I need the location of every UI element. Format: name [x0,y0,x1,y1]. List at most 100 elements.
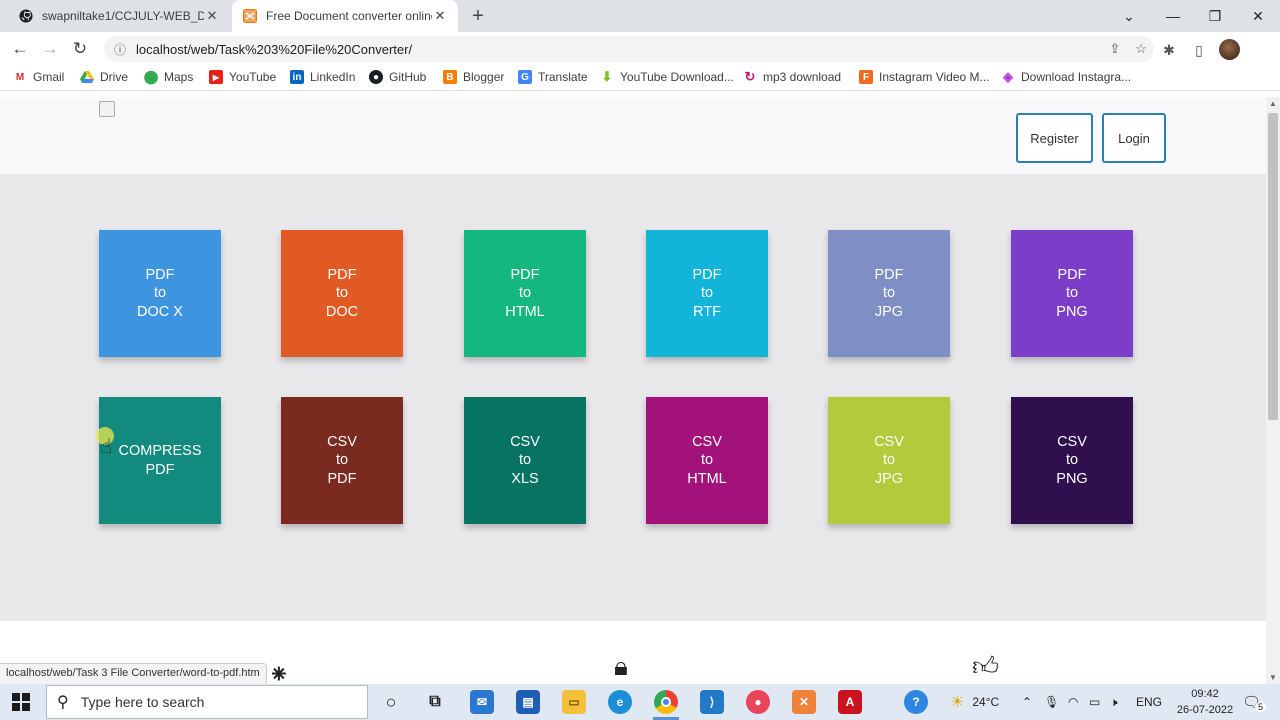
bookmark-linkedin[interactable]: in LinkedIn [290,70,355,84]
show-hidden-icons[interactable]: ⌃ [1022,684,1032,720]
drive-icon [80,70,94,84]
login-button[interactable]: Login [1102,113,1166,163]
tile-label: COMPRESS PDF [118,443,202,478]
converter-tile[interactable]: PDF to HTML [464,230,586,357]
close-tab-icon[interactable]: ✕ [432,8,448,24]
side-panel-icon[interactable]: ▯ [1189,40,1209,60]
lock-icon: 🔒︎ [614,651,628,681]
help-icon[interactable]: ? [904,690,928,714]
site-info-icon[interactable]: ⓘ [114,41,126,58]
bookmark-mp3-download[interactable]: ↻ mp3 download [743,69,842,84]
hand-cursor-icon: ☝︎ [100,436,113,458]
task-view-icon[interactable]: ⧉ [423,690,447,714]
github-icon: ● [369,70,383,84]
store-icon[interactable]: ▤ [516,690,540,714]
converter-tile[interactable]: CSV to XLS [464,397,586,524]
converter-tile[interactable]: CSV to PNG [1011,397,1133,524]
mail-icon[interactable]: ✉ [470,690,494,714]
forward-icon[interactable]: → [39,38,61,60]
translate-icon: G [518,70,532,84]
bookmark-youtube-download[interactable]: ⬇ YouTube Download... [600,69,734,84]
bookmark-translate[interactable]: G Translate [518,70,588,84]
converter-tile[interactable]: PDF to DOC [281,230,403,357]
screen-recorder-icon[interactable]: ● [746,690,770,714]
tab-search-icon[interactable]: ⌄ [1107,0,1151,32]
bookmark-github[interactable]: ● GitHub [369,70,426,84]
acrobat-icon[interactable]: A [838,690,862,714]
link-status-bar: localhost/web/Task 3 File Converter/word… [0,663,267,684]
edge-icon[interactable]: e [608,690,632,714]
converter-tile[interactable]: CSV to HTML [646,397,768,524]
reload-icon[interactable]: ↻ [69,38,91,60]
tile-label: PDF to PNG [1056,266,1088,320]
tile-label: CSV to HTML [687,433,727,487]
site-header: Register Login [0,97,1266,174]
bookmark-instagram-video[interactable]: F Instagram Video M... [859,70,990,84]
back-icon[interactable]: ← [9,38,31,60]
battery-icon[interactable]: ▭ [1089,684,1100,720]
share-icon[interactable]: ⇪ [1102,41,1128,57]
wifi-icon[interactable]: ◠ [1068,684,1078,720]
weather-widget[interactable]: ☀ 24°C [950,684,999,720]
notification-count: 5 [1255,702,1267,712]
register-button[interactable]: Register [1016,113,1093,163]
taskbar-clock[interactable]: 09:42 26-07-2022 [1176,686,1234,718]
close-tab-icon[interactable]: ✕ [204,8,220,24]
weather-sun-icon: ☀ [950,694,965,711]
maps-icon: ⬤ [143,69,159,84]
xampp-icon[interactable]: ✕ [792,690,816,714]
volume-icon[interactable]: 🕨 [1110,684,1118,720]
scroll-up-icon[interactable]: ▲ [1269,99,1277,108]
minimize-icon[interactable]: — [1151,0,1195,32]
scroll-down-icon[interactable]: ▼ [1269,673,1277,682]
tile-label: CSV to PDF [327,433,357,487]
youtube-icon: ▶ [209,70,223,84]
weather-temp: 24°C [972,695,1000,709]
broken-logo-image [99,101,115,117]
tab-converter[interactable]: Free Document converter online ✕ [232,0,458,32]
restore-icon[interactable]: ❐ [1193,0,1237,32]
new-tab-icon[interactable]: + [468,5,488,28]
cortana-icon[interactable]: ○ [379,690,403,714]
thumbs-up-icon: 👍︎ [972,651,1000,681]
linkedin-icon: in [290,70,304,84]
extensions-icon[interactable]: ✱ [1159,40,1179,60]
converter-tile[interactable]: PDF to PNG [1011,230,1133,357]
vscode-icon[interactable]: ⟩ [700,690,724,714]
mp3-icon: ↻ [744,69,756,84]
microphone-icon[interactable]: 🎙︎ [1044,684,1059,720]
windows-start-icon[interactable] [12,693,30,711]
bookmark-maps[interactable]: ⬤ Maps [143,69,194,84]
scrollbar[interactable]: ▲ ▼ [1266,97,1280,685]
converter-tile[interactable]: CSV to PDF [281,397,403,524]
converter-tile[interactable]: PDF to DOC X [99,230,221,357]
scrollbar-thumb[interactable] [1268,113,1278,420]
file-explorer-icon[interactable]: ▭ [562,690,586,714]
toolbar: ← → ↻ ⓘ localhost/web/Task%203%20File%20… [0,32,1280,66]
tile-label: PDF to HTML [505,266,545,320]
search-placeholder: Type here to search [80,694,205,710]
bookmark-download-instagram[interactable]: ◈ Download Instagra... [1001,69,1131,84]
chrome-icon[interactable] [654,690,678,714]
taskbar-search-box[interactable]: ⚲ Type here to search [46,685,368,719]
instagram-video-icon: F [859,70,873,84]
tab-github[interactable]: swapniltake1/CCJULY-WEB_DEVE ✕ [8,0,230,32]
bookmark-youtube[interactable]: ▶ YouTube [209,70,276,84]
download-arrow-icon: ⬇ [601,69,613,84]
address-bar[interactable]: ⓘ localhost/web/Task%203%20File%20Conver… [104,36,1154,62]
converter-tile[interactable]: PDF to JPG [828,230,950,357]
bookmark-blogger[interactable]: B Blogger [443,70,504,84]
bookmark-star-icon[interactable]: ☆ [1128,41,1154,57]
search-icon: ⚲ [57,694,69,711]
bookmark-drive[interactable]: Drive [80,70,128,84]
profile-avatar[interactable] [1219,39,1240,60]
close-window-icon[interactable]: ✕ [1236,0,1280,32]
language-indicator[interactable]: ENG [1136,684,1162,720]
notification-center[interactable]: 🗨︎ 5 [1242,684,1267,720]
instagram-download-icon: ◈ [1003,69,1013,84]
converter-tile[interactable]: CSV to JPG [828,397,950,524]
converter-tile[interactable]: PDF to RTF [646,230,768,357]
converter-tile[interactable]: COMPRESS PDF [99,397,221,524]
url-text: localhost/web/Task%203%20File%20Converte… [136,41,413,57]
bookmark-gmail[interactable]: M Gmail [13,70,65,84]
